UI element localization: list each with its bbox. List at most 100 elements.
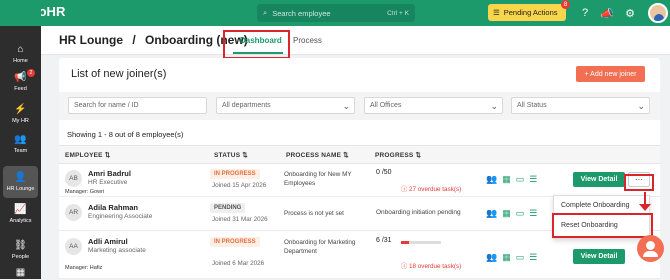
row-actions: 👥 ▦ ▭ ☰	[486, 252, 537, 263]
sidebar-item-people[interactable]: ⛓ People	[3, 234, 38, 266]
chevron-down-icon: ⌄	[490, 101, 498, 111]
home-icon: ⌂	[17, 43, 24, 55]
sidebar-item-hr-lounge[interactable]: 👤 HR Lounge	[3, 166, 38, 198]
name-search-input[interactable]: Search for name / ID	[68, 97, 207, 114]
checklist-icon[interactable]: ☰	[529, 252, 537, 263]
offices-value: All Offices	[370, 102, 402, 109]
sort-icon: ⇅	[415, 152, 422, 159]
table-header: EMPLOYEE ⇅ STATUS ⇅ PROCESS NAME ⇅ PROGR…	[59, 145, 660, 164]
progress-status: Onboarding initiation pending	[376, 209, 461, 216]
org-icon: ⛓	[14, 239, 27, 251]
column-header-employee[interactable]: EMPLOYEE ⇅	[65, 151, 110, 159]
process-name: Onboarding for New MY Employees	[284, 171, 352, 187]
pending-actions-button[interactable]: ☰ Pending Actions 8	[488, 0, 570, 21]
breadcrumb-separator: /	[132, 33, 136, 47]
gear-icon[interactable]: ⚙	[623, 6, 637, 20]
highlight-more-button	[624, 174, 654, 191]
status-badge: IN PROGRESS	[210, 169, 260, 179]
page-title: HR Lounge / Onboarding (new)	[59, 33, 248, 47]
overdue-tasks: ⓘ 27 overdue task(s)	[401, 186, 462, 193]
departments-value: All departments	[222, 102, 271, 109]
new-joiners-card: List of new joiner(s) + Add new joiner S…	[59, 58, 660, 279]
employee-search[interactable]: ⌕ Search employee Ctrl + K	[257, 4, 415, 22]
chart-icon: 📈	[14, 203, 27, 215]
list-icon: ☰	[493, 8, 500, 17]
pending-actions-label: Pending Actions	[503, 8, 558, 17]
employee-manager: Manager: Hafiz	[65, 265, 103, 271]
sidebar-item-label: HR Lounge	[6, 185, 35, 192]
alert-icon: ⓘ	[401, 186, 408, 193]
view-detail-button[interactable]: View Detail	[573, 249, 625, 264]
pending-actions-count: 8	[561, 0, 570, 9]
progress-bar	[401, 241, 441, 244]
sidebar-item-label: Home	[13, 57, 28, 64]
employee-role: HR Executive	[88, 179, 128, 186]
comment-icon[interactable]: ▭	[516, 174, 525, 185]
sidebar-item-more[interactable]: ▦	[3, 266, 38, 280]
tab-process[interactable]: Process	[293, 36, 322, 45]
sidebar-item-team[interactable]: 👥 Team	[3, 128, 38, 160]
column-header-progress[interactable]: PROGRESS ⇅	[375, 151, 421, 159]
sidebar-item-my-hr[interactable]: ⚡ My HR	[3, 98, 38, 130]
employee-manager: Manager: Gowri	[65, 189, 105, 195]
menu-item-complete-onboarding[interactable]: Complete Onboarding	[561, 202, 630, 209]
sidebar: ⌂ Home 📢 Feed 2 ⚡ My HR 👥 Team 👤 HR Loun…	[0, 0, 41, 280]
support-chat-button[interactable]	[637, 235, 664, 262]
search-placeholder: Search employee	[272, 8, 331, 18]
employee-name[interactable]: Adli Amirul	[88, 237, 128, 246]
users-icon: 👤	[14, 171, 27, 183]
calendar-icon[interactable]: ▦	[502, 174, 511, 185]
user-avatar[interactable]	[648, 3, 668, 23]
assign-users-icon[interactable]: 👥	[486, 208, 497, 219]
lightning-icon: ⚡	[14, 103, 27, 115]
card-title: List of new joiner(s)	[71, 68, 167, 80]
sidebar-item-feed[interactable]: 📢 Feed 2	[3, 66, 38, 98]
sidebar-item-label: Analytics	[9, 217, 32, 224]
status-badge: PENDING	[210, 203, 246, 213]
annotation-arrowhead	[639, 204, 651, 211]
page-header: HR Lounge / Onboarding (new) Dashboard P…	[41, 26, 670, 55]
name-search-placeholder: Search for name / ID	[74, 102, 139, 109]
sidebar-item-label: People	[11, 253, 30, 260]
feed-badge: 2	[27, 69, 35, 77]
comment-icon[interactable]: ▭	[516, 252, 525, 263]
calendar-icon[interactable]: ▦	[502, 252, 511, 263]
employee-initials: AB	[65, 170, 82, 187]
help-icon[interactable]: ?	[578, 6, 592, 20]
add-new-joiner-button[interactable]: + Add new joiner	[576, 66, 645, 82]
assign-users-icon[interactable]: 👥	[486, 174, 497, 185]
departments-select[interactable]: All departments ⌄	[216, 97, 355, 114]
sort-icon: ⇅	[343, 152, 349, 159]
process-name: Onboarding for Marketing Department	[284, 239, 356, 255]
top-bar: brioHR ⌕ Search employee Ctrl + K ☰ Pend…	[0, 0, 670, 26]
checklist-icon[interactable]: ☰	[529, 174, 537, 185]
calendar-icon[interactable]: ▦	[502, 208, 511, 219]
building-icon: ▦	[15, 267, 26, 278]
column-header-status[interactable]: STATUS ⇅	[214, 151, 248, 159]
joined-date: Joined 31 Mar 2026	[212, 216, 268, 223]
chevron-down-icon: ⌄	[342, 101, 350, 111]
row-actions: 👥 ▦ ▭ ☰	[486, 208, 537, 219]
breadcrumb-root[interactable]: HR Lounge	[59, 33, 123, 47]
assign-users-icon[interactable]: 👥	[486, 252, 497, 263]
status-select[interactable]: All Status ⌄	[511, 97, 650, 114]
employee-name[interactable]: Adila Rahman	[88, 203, 138, 212]
sidebar-item-analytics[interactable]: 📈 Analytics	[3, 198, 38, 230]
alert-icon: ⓘ	[401, 263, 408, 270]
employee-role: Marketing associate	[88, 247, 146, 254]
sidebar-item-label: Team	[13, 147, 28, 154]
comment-icon[interactable]: ▭	[516, 208, 525, 219]
joined-date: Joined 6 Mar 2026	[212, 260, 265, 267]
row-actions: 👥 ▦ ▭ ☰	[486, 174, 537, 185]
employee-initials: AR	[65, 204, 82, 221]
checklist-icon[interactable]: ☰	[529, 208, 537, 219]
view-detail-button[interactable]: View Detail	[573, 172, 625, 187]
highlight-reset-onboarding	[552, 213, 653, 238]
announcement-icon[interactable]: 📣	[600, 6, 614, 20]
sidebar-item-label: Feed	[14, 85, 27, 92]
column-header-process[interactable]: PROCESS NAME ⇅	[286, 151, 349, 159]
status-value: All Status	[517, 102, 547, 109]
search-icon: ⌕	[263, 8, 268, 17]
employee-name[interactable]: Amri Badrul	[88, 169, 131, 178]
offices-select[interactable]: All Offices ⌄	[364, 97, 503, 114]
